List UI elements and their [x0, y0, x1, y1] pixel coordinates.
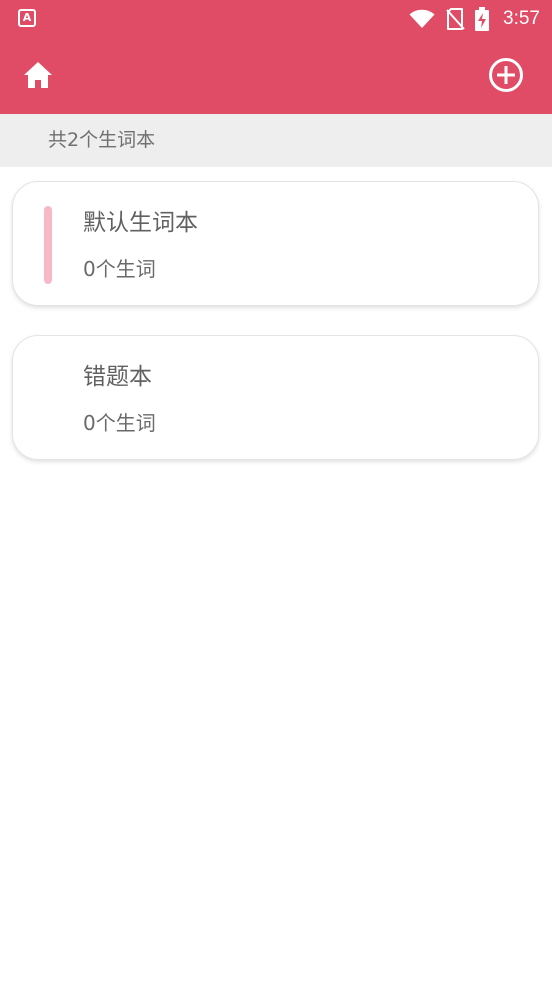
notebook-card-mistakes[interactable]: 错题本 0个生词 — [12, 335, 539, 460]
app-notification-icon: A — [18, 9, 36, 27]
status-bar: A 3:57 — [0, 0, 552, 38]
home-button[interactable] — [20, 57, 56, 93]
add-notebook-button[interactable] — [488, 57, 524, 93]
app-header: A 3:57 — [0, 0, 552, 114]
notebook-title: 错题本 — [83, 364, 152, 390]
home-icon — [24, 62, 52, 88]
selected-indicator — [44, 206, 52, 284]
battery-charging-icon — [475, 7, 490, 31]
no-sim-icon — [446, 8, 465, 30]
notebook-summary: 共2个生词本 — [0, 114, 552, 167]
status-indicators: 3:57 — [409, 5, 540, 33]
toolbar — [0, 38, 552, 114]
notebook-word-count: 0个生词 — [83, 257, 156, 281]
clock-time: 3:57 — [503, 8, 540, 29]
notebook-card-default[interactable]: 默认生词本 0个生词 — [12, 181, 539, 306]
notebook-title: 默认生词本 — [83, 210, 198, 236]
add-circle-icon — [489, 58, 523, 92]
notebook-word-count: 0个生词 — [83, 411, 156, 435]
notebook-count-label: 共2个生词本 — [48, 129, 156, 151]
wifi-icon — [409, 9, 435, 28]
